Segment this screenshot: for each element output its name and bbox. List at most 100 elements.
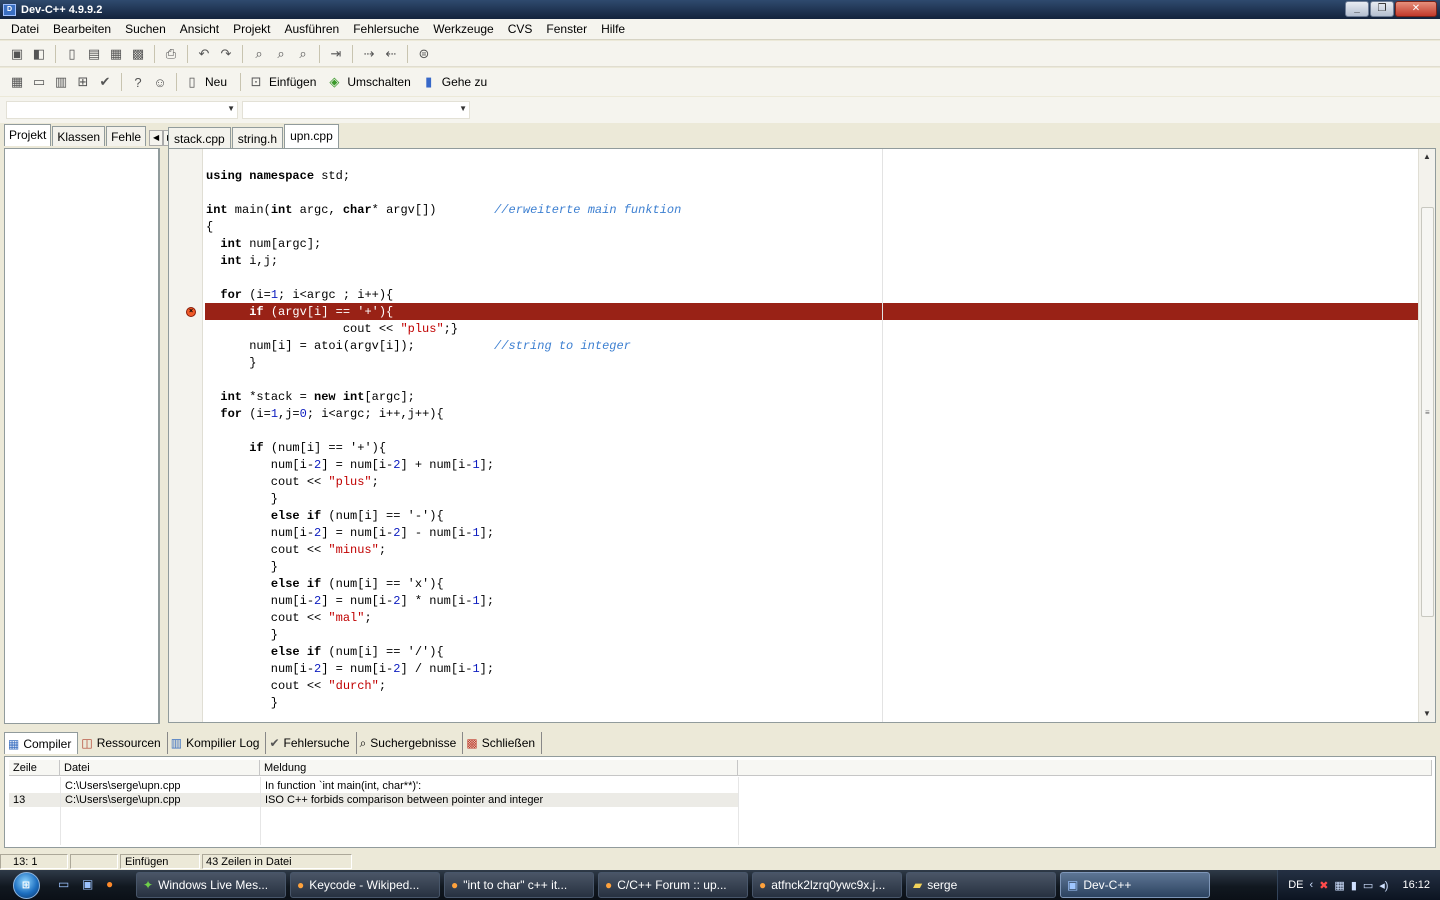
find-icon[interactable]: ⌕ [250, 45, 268, 63]
compiler-messages[interactable]: Zeile Datei Meldung C:\Users\serge\upn.c… [4, 756, 1436, 848]
tab-fehlersuche-bottom[interactable]: ✔ Fehlersuche [266, 732, 357, 754]
compile-grid-icon[interactable]: ▦ [8, 73, 26, 91]
compile-icon[interactable]: ⊜ [415, 45, 433, 63]
task-image[interactable]: ● atfnck2lzrq0ywc9x.j... [752, 872, 902, 898]
chevron-left-icon[interactable]: ‹ [1310, 879, 1314, 891]
menu-fehlersuche[interactable]: Fehlersuche [346, 22, 426, 36]
class-combo[interactable]: ▼ [6, 101, 238, 119]
tab-compiler[interactable]: ▦ Compiler [4, 732, 79, 754]
code-line[interactable]: { [206, 219, 213, 236]
code-line[interactable]: cout << "plus";} [206, 321, 458, 338]
breakpoint-error-icon[interactable]: × [186, 307, 196, 317]
code-line[interactable]: } [206, 355, 256, 372]
code-area[interactable]: using namespace std; int main(int argc, c… [205, 149, 1418, 722]
scroll-down-icon[interactable]: ▼ [1419, 706, 1435, 722]
show-desktop-icon[interactable]: ▭ [58, 877, 74, 893]
code-line[interactable]: else if (num[i] == '/'){ [206, 644, 444, 661]
code-line[interactable]: cout << "minus"; [206, 542, 386, 559]
reopen-icon[interactable]: ◧ [30, 45, 48, 63]
chevron-left-icon[interactable]: ◀ [149, 130, 164, 146]
column-header-zeile[interactable]: Zeile [9, 760, 60, 776]
code-line[interactable]: using namespace std; [206, 168, 350, 185]
check-icon[interactable]: ✔ [96, 73, 114, 91]
editor-gutter[interactable] [169, 149, 203, 722]
menu-ansicht[interactable]: Ansicht [173, 22, 226, 36]
menu-bearbeiten[interactable]: Bearbeiten [46, 22, 118, 36]
task-keycode[interactable]: ● Keycode - Wikiped... [290, 872, 440, 898]
code-line[interactable]: } [206, 491, 278, 508]
network-icon[interactable]: ▦ [1334, 879, 1344, 892]
code-line[interactable]: cout << "mal"; [206, 610, 372, 627]
print-icon[interactable]: ⎙ [162, 45, 180, 63]
column-header-meldung[interactable]: Meldung [260, 760, 738, 776]
battery-icon[interactable]: ▮ [1351, 879, 1357, 892]
tab-projekt[interactable]: Projekt [4, 124, 52, 146]
code-line[interactable]: num[i-2] = num[i-2] - num[i-1]; [206, 525, 494, 542]
goto-line-icon[interactable]: ⇥ [327, 45, 345, 63]
rebuild-icon[interactable]: ⊞ [74, 73, 92, 91]
firefox-icon[interactable]: ● [106, 877, 122, 893]
run-icon[interactable]: ▭ [30, 73, 48, 91]
unindent-icon[interactable]: ⇠ [382, 45, 400, 63]
monitor-icon[interactable]: ▭ [1363, 879, 1373, 892]
code-line[interactable]: for (i=1,j=0; i<argc; i++,j++){ [206, 406, 443, 423]
code-line[interactable]: cout << "plus"; [206, 474, 379, 491]
menu-datei[interactable]: Datei [4, 22, 46, 36]
volume-icon[interactable]: ◂) [1379, 879, 1388, 892]
compile-run-icon[interactable]: ▥ [52, 73, 70, 91]
code-line[interactable]: } [206, 559, 278, 576]
find-next-icon[interactable]: ⌕ [294, 45, 312, 63]
tab-ressourcen[interactable]: ◫ Ressourcen [78, 732, 168, 754]
minimize-button[interactable]: _ [1345, 1, 1369, 17]
toggle-button[interactable]: ◈ Umschalten [324, 73, 410, 91]
redo-icon[interactable]: ↷ [217, 45, 235, 63]
start-button[interactable]: ⊞ [8, 870, 44, 900]
about-icon[interactable]: ☺ [151, 73, 169, 91]
open-project-icon[interactable]: ▣ [8, 45, 26, 63]
menu-cvs[interactable]: CVS [501, 22, 540, 36]
undo-icon[interactable]: ↶ [195, 45, 213, 63]
code-line[interactable]: int i,j; [206, 253, 278, 270]
project-panel[interactable] [4, 148, 160, 724]
menu-projekt[interactable]: Projekt [226, 22, 277, 36]
code-line[interactable]: num[i-2] = num[i-2] / num[i-1]; [206, 661, 494, 678]
close-button[interactable]: ✕ [1395, 1, 1437, 17]
tab-suchergebnisse[interactable]: ⌕ Suchergebnisse [357, 732, 464, 754]
code-editor[interactable]: × using namespace std; int main(int argc,… [168, 148, 1436, 723]
scrollbar-thumb[interactable]: ≡ [1421, 207, 1434, 617]
tab-fehlersuche[interactable]: Fehle [106, 126, 147, 146]
maximize-button[interactable]: ❐ [1370, 1, 1394, 17]
code-line[interactable]: int num[argc]; [206, 236, 321, 253]
menu-werkzeuge[interactable]: Werkzeuge [426, 22, 500, 36]
task-cpp-forum[interactable]: ● C/C++ Forum :: up... [598, 872, 748, 898]
tab-upn-cpp[interactable]: upn.cpp [284, 124, 339, 148]
code-line[interactable]: } [206, 627, 278, 644]
indent-icon[interactable]: ⇢ [360, 45, 378, 63]
column-header-datei[interactable]: Datei [60, 760, 260, 776]
insert-button[interactable]: ⊡ Einfügen [246, 73, 317, 91]
code-line[interactable]: int main(int argc, char* argv[]) //erwei… [206, 202, 681, 219]
new-button[interactable]: ▯ Neu [182, 73, 227, 91]
tab-klassen[interactable]: Klassen [52, 126, 106, 146]
tab-stack-cpp[interactable]: stack.cpp [168, 127, 231, 148]
tab-kompilier-log[interactable]: ▥ Kompilier Log [168, 732, 267, 754]
help-icon[interactable]: ? [129, 73, 147, 91]
code-line[interactable]: num[i] = atoi(argv[i]); //string to inte… [206, 338, 631, 355]
code-line[interactable]: cout << "durch"; [206, 678, 386, 695]
switch-windows-icon[interactable]: ▣ [82, 877, 98, 893]
tab-schliessen[interactable]: ▩ Schließen [463, 732, 543, 754]
code-line[interactable]: for (i=1; i<argc ; i++){ [206, 287, 393, 304]
goto-button[interactable]: ▮ Gehe zu [419, 73, 487, 91]
code-line[interactable]: } [206, 695, 278, 712]
save-icon[interactable]: ▤ [85, 45, 103, 63]
task-int-to-char[interactable]: ● "int to char" c++ it... [444, 872, 594, 898]
message-row[interactable]: C:\Users\serge\upn.cpp In function `int … [9, 779, 1433, 793]
scroll-up-icon[interactable]: ▲ [1419, 149, 1435, 165]
language-indicator[interactable]: DE [1288, 879, 1303, 891]
save-all-icon[interactable]: ▦ [107, 45, 125, 63]
antivirus-icon[interactable]: ✖ [1319, 879, 1328, 892]
menu-hilfe[interactable]: Hilfe [594, 22, 632, 36]
task-live-messenger[interactable]: ✦ Windows Live Mes... [136, 872, 286, 898]
replace-icon[interactable]: ⌕ [272, 45, 290, 63]
clock[interactable]: 16:12 [1402, 879, 1430, 891]
